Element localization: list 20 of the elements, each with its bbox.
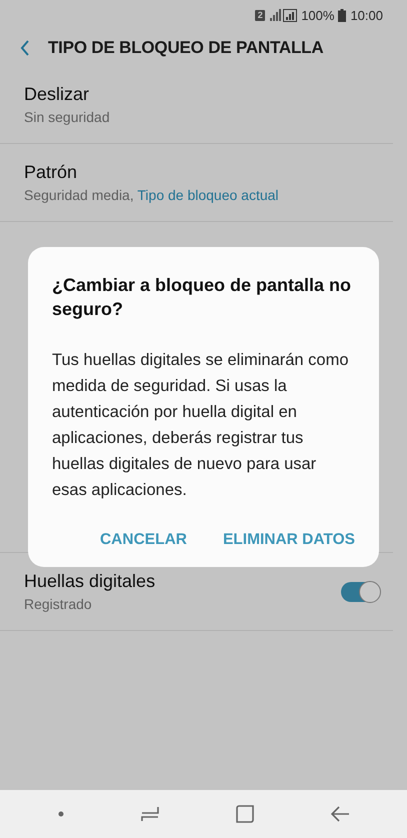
back-nav-icon[interactable] [330,806,349,822]
clock: 10:00 [350,8,383,22]
row-subtitle: Registrado [24,596,93,612]
row-title[interactable]: Patrón [24,162,369,183]
toggle-switch[interactable] [341,582,379,602]
dialog-title: ¿Cambiar a bloqueo de pantalla no seguro? [52,274,352,321]
screen-title: TIPO DE BLOQUEO DE PANTALLA [48,38,324,58]
battery-percent: 100% [301,8,334,22]
recent-apps-icon[interactable] [141,806,160,822]
row-subtitle: Seguridad media, Tipo de bloqueo actual [24,187,280,203]
row-title[interactable]: Huellas digitales [24,571,341,592]
row-subtitle: Sin seguridad [24,109,111,125]
home-icon[interactable] [236,805,254,823]
dot-icon[interactable] [58,811,64,817]
row-title[interactable]: Deslizar [24,84,369,105]
battery-icon [338,8,346,22]
sim-icon: 2 [255,10,266,20]
dialog-message: Tus huellas digitales se eliminarán como medida de seguridad. Si usas la autenticación por huella digital en aplicaciones, deberás registrar tus huellas digitales de nuevo para usar esas aplicaciones. [52,350,350,501]
back-icon[interactable] [20,40,30,56]
signal-icon [269,8,298,22]
